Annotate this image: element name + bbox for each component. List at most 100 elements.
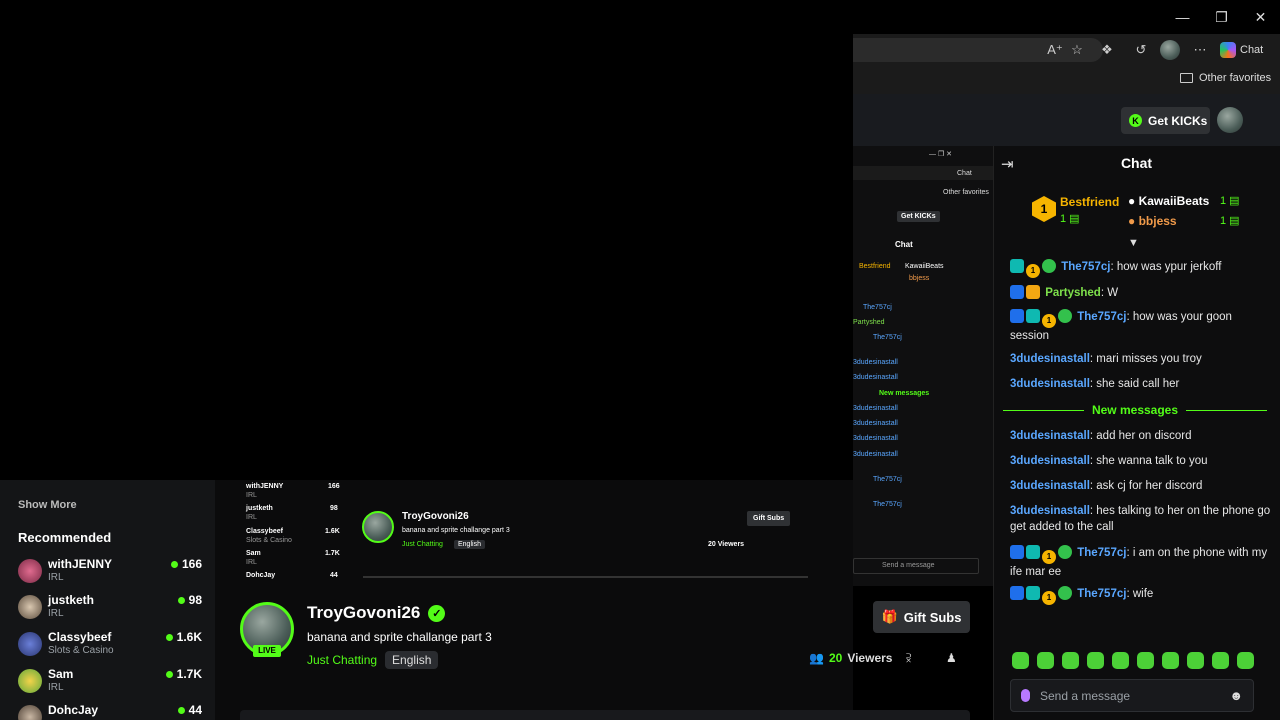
chat-text: : wife <box>1126 588 1154 600</box>
nested-msg-6: 3dudesinastall <box>853 405 898 412</box>
inner-viewers: 98 <box>330 505 338 512</box>
gift-subs-button[interactable]: 🎁 Gift Subs <box>873 601 970 633</box>
channel-name: Classybeef <box>48 630 112 644</box>
viewers-label: Viewers <box>847 651 893 665</box>
emote-icon[interactable] <box>1187 652 1204 669</box>
leader-three-name: bbjess <box>1138 214 1177 228</box>
chat-text: : she wanna talk to you <box>1089 455 1208 467</box>
history-icon[interactable]: ↺ <box>1131 40 1151 60</box>
follow-user-icon[interactable]: ♟ <box>946 651 957 665</box>
extensions-icon[interactable]: ❖ <box>1097 40 1117 60</box>
category-link[interactable]: Just Chatting <box>307 653 377 667</box>
inner-category: IRL <box>246 559 257 566</box>
other-favorites-button[interactable]: Other favorites <box>1180 72 1271 84</box>
emote-icon[interactable] <box>1162 652 1179 669</box>
chat-username[interactable]: 3dudesinastall <box>1010 430 1090 442</box>
emote-icon[interactable] <box>1212 652 1229 669</box>
restore-icon[interactable]: ❐ <box>1202 0 1241 34</box>
divider-line <box>1186 409 1267 411</box>
og-badge-icon <box>1010 285 1024 299</box>
inner-category: IRL <box>246 492 257 499</box>
chat-username[interactable]: The757cj <box>1077 547 1126 559</box>
nested-msg-7: 3dudesinastall <box>853 420 898 427</box>
leader-three-count-value: 1 <box>1220 215 1227 227</box>
emoji-icon[interactable]: ☻ <box>1229 688 1243 703</box>
chat-username[interactable]: Partyshed <box>1045 287 1101 299</box>
chat-message: 3dudesinastall: hes talking to her on th… <box>1010 503 1272 535</box>
leader-two[interactable]: ● KawaiiBeats <box>1128 194 1209 208</box>
sidebar-channel[interactable]: Classybeef Slots & Casino 1.6K <box>18 630 202 664</box>
more-options-icon[interactable]: ⋯ <box>1190 40 1210 60</box>
sidebar-channel[interactable]: Sam IRL 1.7K <box>18 667 202 701</box>
minimize-icon[interactable]: — <box>1163 0 1202 34</box>
user-avatar[interactable] <box>1217 107 1243 133</box>
emote-icon[interactable] <box>1112 652 1129 669</box>
share-icon[interactable]: ⫂ <box>906 651 911 666</box>
viewer-stats: 👥 20 Viewers <box>809 651 892 665</box>
chat-username[interactable]: 3dudesinastall <box>1010 455 1090 467</box>
verified-icon: ✓ <box>428 604 446 622</box>
subscriber-badge-icon <box>1026 545 1040 559</box>
emote-icon[interactable] <box>1037 652 1054 669</box>
close-icon[interactable]: ✕ <box>1241 0 1280 34</box>
inner-channel: Sam <box>246 550 261 557</box>
language-tag[interactable]: English <box>385 651 439 669</box>
viewer-count-number: 20 <box>828 651 843 665</box>
channel-name: withJENNY <box>48 557 113 571</box>
chat-username[interactable]: The757cj <box>1061 261 1110 273</box>
inner-category: IRL <box>246 514 257 521</box>
chat-username[interactable]: The757cj <box>1077 311 1126 323</box>
viewer-count-value: 98 <box>188 593 202 607</box>
viewers-icon: 👥 <box>809 651 824 665</box>
chat-username[interactable]: 3dudesinastall <box>1010 480 1090 492</box>
nested-msg-8: 3dudesinastall <box>853 435 898 442</box>
send-message-input[interactable]: Send a message ☻ <box>1010 679 1254 712</box>
inner-viewers-count: 20 Viewers <box>708 541 745 548</box>
address-bar[interactable] <box>853 38 1103 62</box>
chat-username[interactable]: 3dudesinastall <box>1010 378 1090 390</box>
chat-message: 3dudesinastall: she wanna talk to you <box>1010 453 1272 469</box>
sidebar-channel[interactable]: DohcJay 44 <box>18 703 202 720</box>
channel-category: Slots & Casino <box>48 645 114 656</box>
chat-username[interactable]: The757cj <box>1077 588 1126 600</box>
show-more-link[interactable]: Show More <box>18 499 77 511</box>
read-aloud-icon[interactable]: A⁺ <box>1045 40 1065 60</box>
expand-leaderboard-icon[interactable]: ▼ <box>1128 237 1139 249</box>
favorite-star-icon[interactable]: ☆ <box>1067 40 1087 60</box>
rank-one-badge: 1 <box>1032 196 1056 222</box>
sidebar-channel[interactable]: justketh IRL 98 <box>18 593 202 627</box>
emote-icon[interactable] <box>1237 652 1254 669</box>
sidebar-channel[interactable]: withJENNY IRL 166 <box>18 557 202 591</box>
verified-badge-icon <box>1042 259 1056 273</box>
chat-message: 1 The757cj: how was your goon session <box>1010 309 1272 344</box>
inner-gift-subs: Gift Subs <box>747 511 791 526</box>
get-kicks-button[interactable]: K Get KICKs <box>1121 107 1210 134</box>
streamer-name[interactable]: TroyGovoni26 <box>307 603 420 623</box>
leader-name[interactable]: Bestfriend <box>1060 195 1119 209</box>
emote-icon[interactable] <box>1012 652 1029 669</box>
chat-username[interactable]: 3dudesinastall <box>1010 505 1090 517</box>
emote-icon[interactable] <box>1137 652 1154 669</box>
leader-three[interactable]: ● bbjess <box>1128 214 1177 228</box>
leader-two-name: KawaiiBeats <box>1138 194 1210 208</box>
profile-avatar[interactable] <box>1160 40 1180 60</box>
nested-toolbar <box>853 166 993 180</box>
nested-msg-10: The757cj <box>873 476 902 483</box>
microphone-icon[interactable] <box>1021 689 1030 702</box>
chat-username[interactable]: 3dudesinastall <box>1010 353 1090 365</box>
inner-stream-title: banana and sprite challange part 3 <box>402 527 510 534</box>
viewer-count: 1.7K <box>165 667 202 681</box>
nested-leader-name: Bestfriend <box>859 263 891 270</box>
emote-icon[interactable] <box>1062 652 1079 669</box>
subscriber-badge-icon <box>1026 586 1040 600</box>
copilot-chat-button[interactable]: Chat <box>1220 38 1274 62</box>
nested-get-kicks: Get KICKs <box>897 211 940 222</box>
nested-msg-5: 3dudesinastall <box>853 374 898 381</box>
other-favorites-label: Other favorites <box>1199 72 1272 84</box>
new-messages-divider: New messages <box>1003 403 1267 417</box>
emote-icon[interactable] <box>1087 652 1104 669</box>
site-header <box>853 94 1280 146</box>
viewer-count-value: 1.7K <box>176 667 202 681</box>
kick-coin-icon: K <box>1129 114 1142 127</box>
chat-text: : add her on discord <box>1089 430 1192 442</box>
